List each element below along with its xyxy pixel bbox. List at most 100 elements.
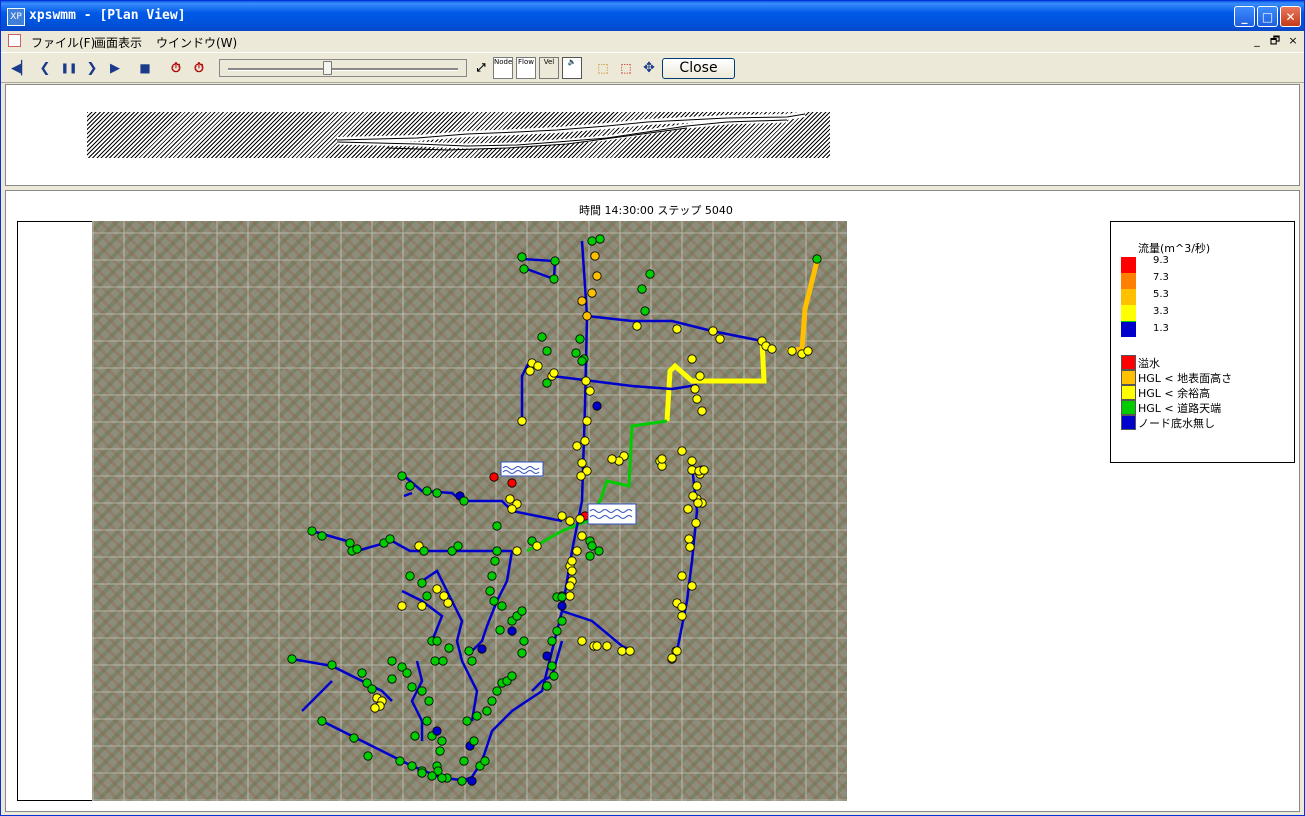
network-node[interactable] xyxy=(577,636,587,646)
network-node[interactable] xyxy=(803,346,813,356)
network-node[interactable] xyxy=(587,288,597,298)
mdi-close-button[interactable]: × xyxy=(1286,34,1300,48)
network-node[interactable] xyxy=(422,716,432,726)
network-node[interactable] xyxy=(432,636,442,646)
network-node[interactable] xyxy=(495,625,505,635)
network-node[interactable] xyxy=(327,660,337,670)
network-node[interactable] xyxy=(462,716,472,726)
network-node[interactable] xyxy=(517,648,527,658)
network-node[interactable] xyxy=(519,636,529,646)
network-node[interactable] xyxy=(517,252,527,262)
network-node[interactable] xyxy=(585,551,595,561)
network-node[interactable] xyxy=(580,436,590,446)
network-node[interactable] xyxy=(537,332,547,342)
network-node[interactable] xyxy=(517,416,527,426)
play-icon[interactable]: ▶ xyxy=(105,58,125,78)
network-node[interactable] xyxy=(557,616,567,626)
network-node[interactable] xyxy=(590,251,600,261)
network-node[interactable] xyxy=(577,531,587,541)
network-node[interactable] xyxy=(592,641,602,651)
network-node[interactable] xyxy=(519,264,529,274)
network-node[interactable] xyxy=(625,646,635,656)
network-node[interactable] xyxy=(437,773,447,783)
network-node[interactable] xyxy=(692,394,702,404)
network-node[interactable] xyxy=(695,371,705,381)
network-node[interactable] xyxy=(317,531,327,541)
app-icon[interactable]: XP xyxy=(7,8,25,26)
rewind-start-icon[interactable]: ◀▏ xyxy=(11,58,31,78)
network-node[interactable] xyxy=(407,682,417,692)
network-node[interactable] xyxy=(691,518,701,528)
network-node[interactable] xyxy=(467,656,477,666)
network-node[interactable] xyxy=(385,534,395,544)
network-node[interactable] xyxy=(387,656,397,666)
network-node[interactable] xyxy=(487,696,497,706)
network-node[interactable] xyxy=(459,496,469,506)
network-node[interactable] xyxy=(690,384,700,394)
network-node[interactable] xyxy=(565,591,575,601)
network-node[interactable] xyxy=(697,406,707,416)
network-node[interactable] xyxy=(617,646,627,656)
network-node[interactable] xyxy=(532,541,542,551)
network-node[interactable] xyxy=(467,776,477,786)
network-node[interactable] xyxy=(397,471,407,481)
profile-pane[interactable] xyxy=(5,84,1300,186)
network-node[interactable] xyxy=(485,586,495,596)
network-node[interactable] xyxy=(367,684,377,694)
network-node[interactable] xyxy=(571,348,581,358)
network-node[interactable] xyxy=(405,481,415,491)
pan-icon[interactable]: ✥ xyxy=(639,58,659,78)
network-node[interactable] xyxy=(687,456,697,466)
mdi-minimize-button[interactable]: _ xyxy=(1250,34,1264,48)
select-icon[interactable]: ⬚ xyxy=(593,58,613,78)
timer-icon[interactable]: ⏱ xyxy=(166,58,186,78)
network-node[interactable] xyxy=(552,626,562,636)
network-node[interactable] xyxy=(550,256,560,266)
network-node[interactable] xyxy=(422,486,432,496)
network-node[interactable] xyxy=(507,671,517,681)
close-window-button[interactable]: ✕ xyxy=(1280,6,1301,27)
network-node[interactable] xyxy=(557,592,567,602)
stop-icon[interactable]: ■ xyxy=(135,58,155,78)
network-node[interactable] xyxy=(577,296,587,306)
network-node[interactable] xyxy=(812,254,822,264)
network-node[interactable] xyxy=(549,368,559,378)
network-node[interactable] xyxy=(687,581,697,591)
network-node[interactable] xyxy=(594,546,604,556)
network-node[interactable] xyxy=(482,706,492,716)
step-back-icon[interactable]: ❮ xyxy=(35,58,55,78)
network-node[interactable] xyxy=(542,651,552,661)
network-node[interactable] xyxy=(577,356,587,366)
mdi-restore-button[interactable]: 🗗 xyxy=(1268,34,1282,48)
network-node[interactable] xyxy=(352,544,362,554)
network-node[interactable] xyxy=(507,626,517,636)
title-bar[interactable]: XP xpswmm - [Plan View] _ □ ✕ xyxy=(1,1,1304,31)
network-node[interactable] xyxy=(533,361,543,371)
network-node[interactable] xyxy=(657,454,667,464)
network-node[interactable] xyxy=(699,465,709,475)
network-node[interactable] xyxy=(572,441,582,451)
network-node[interactable] xyxy=(489,596,499,606)
network-node[interactable] xyxy=(672,646,682,656)
network-node[interactable] xyxy=(640,306,650,316)
network-node[interactable] xyxy=(435,746,445,756)
network-node[interactable] xyxy=(443,598,453,608)
network-node[interactable] xyxy=(542,346,552,356)
network-node[interactable] xyxy=(395,756,405,766)
network-node[interactable] xyxy=(432,584,442,594)
network-node[interactable] xyxy=(565,516,575,526)
network-node[interactable] xyxy=(469,736,479,746)
network-node[interactable] xyxy=(349,733,359,743)
network-node[interactable] xyxy=(489,472,499,482)
minimize-button[interactable]: _ xyxy=(1234,6,1255,27)
network-node[interactable] xyxy=(557,511,567,521)
network-node[interactable] xyxy=(683,504,693,514)
network-node[interactable] xyxy=(547,661,557,671)
network-node[interactable] xyxy=(542,378,552,388)
network-node[interactable] xyxy=(417,578,427,588)
network-node[interactable] xyxy=(370,703,380,713)
menu-view[interactable]: 画面表示 xyxy=(94,34,142,51)
network-node[interactable] xyxy=(549,274,559,284)
network-node[interactable] xyxy=(427,771,437,781)
network-node[interactable] xyxy=(407,761,417,771)
